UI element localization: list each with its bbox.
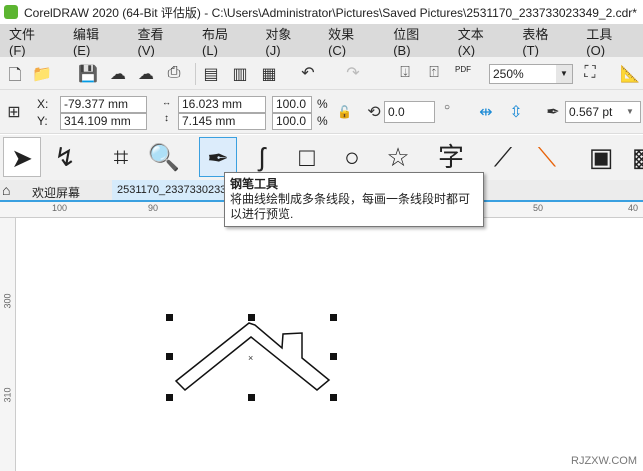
center-mark-icon: ×: [248, 353, 253, 363]
tooltip-body: 将曲线绘制成多条线段，每画一条线段时都可以进行预览.: [230, 192, 471, 221]
drawing-canvas[interactable]: ×: [0, 0, 643, 471]
watermark: RJZXW.COM: [571, 455, 637, 467]
tooltip: 钢笔工具 将曲线绘制成多条线段，每画一条线段时都可以进行预览.: [224, 172, 484, 227]
tooltip-title: 钢笔工具: [230, 177, 279, 191]
